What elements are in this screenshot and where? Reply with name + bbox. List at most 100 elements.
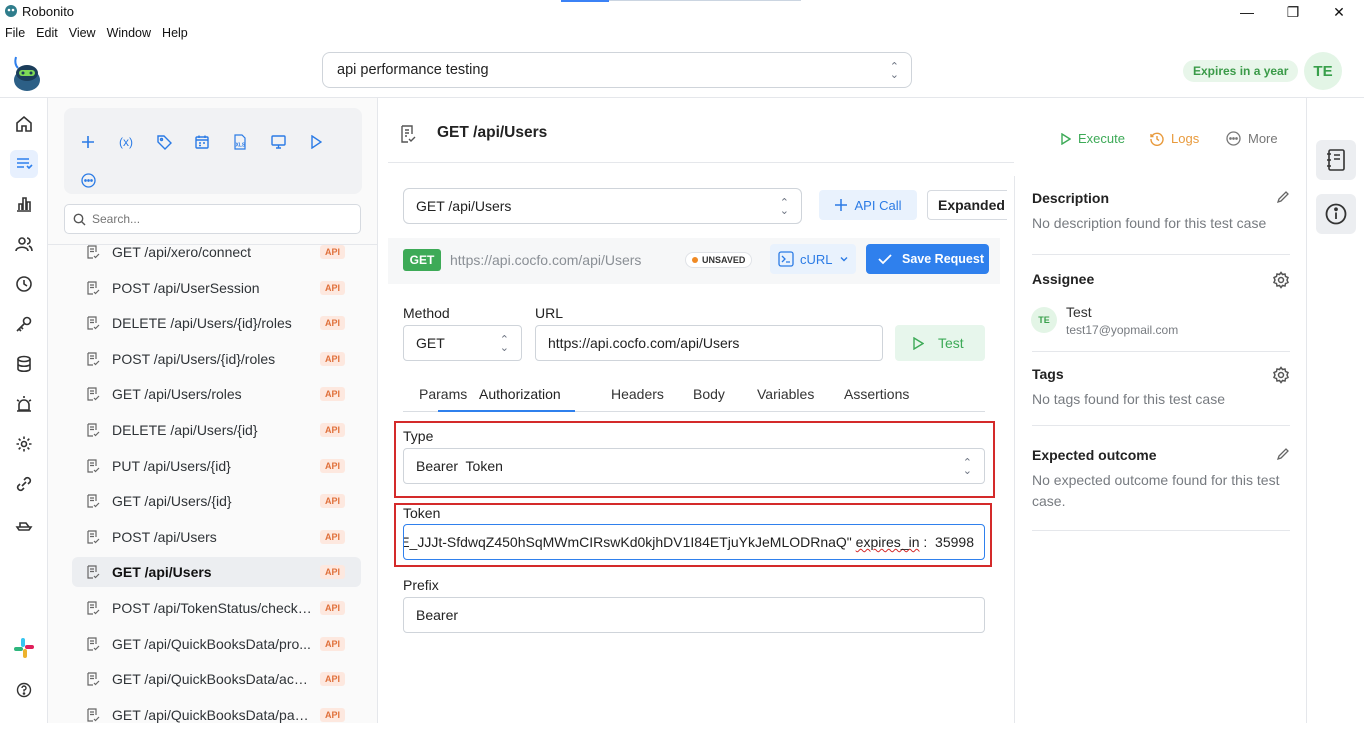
- request-tabs: Params Authorization Headers Body Variab…: [403, 380, 985, 412]
- variable-icon[interactable]: (x): [115, 131, 137, 153]
- method-label: Method: [403, 305, 450, 321]
- request-list-item[interactable]: GET /api/QuickBooksData/pro... API: [72, 629, 361, 659]
- logs-label: Logs: [1171, 131, 1200, 146]
- info-icon[interactable]: [1316, 194, 1356, 234]
- page-header: GET /api/Users: [378, 98, 1014, 162]
- prefix-input[interactable]: Bearer: [403, 597, 985, 633]
- request-list-item[interactable]: GET /api/QuickBooksData/acc... API: [72, 664, 361, 694]
- test-cases-icon[interactable]: [10, 150, 38, 178]
- request-list-item[interactable]: PUT /api/Users/{id} API: [72, 451, 361, 481]
- request-doc-icon: [87, 708, 100, 722]
- url-input[interactable]: https://api.cocfo.com/api/Users: [535, 325, 883, 361]
- app-title: Robonito: [22, 4, 75, 19]
- request-list-item[interactable]: DELETE /api/Users/{id} API: [72, 415, 361, 445]
- pencil-icon[interactable]: [1276, 190, 1290, 204]
- slack-icon[interactable]: [10, 634, 38, 662]
- auth-type-select[interactable]: Bearer Token ⌃ ⌄: [403, 448, 985, 484]
- ship-icon[interactable]: [10, 510, 38, 538]
- plan-expiry-badge: Expires in a year: [1183, 60, 1299, 82]
- api-call-button[interactable]: API Call: [819, 190, 917, 220]
- pencil-icon[interactable]: [1276, 447, 1290, 461]
- key-icon[interactable]: [10, 310, 38, 338]
- method-select[interactable]: GET ⌃ ⌄: [403, 325, 522, 361]
- request-list-item[interactable]: GET /api/xero/connect API: [72, 237, 361, 267]
- request-list-item[interactable]: DELETE /api/Users/{id}/roles API: [72, 308, 361, 338]
- prefix-value: Bearer: [416, 607, 459, 623]
- request-doc-icon: [87, 352, 100, 366]
- menu-view[interactable]: View: [64, 24, 102, 42]
- search-input[interactable]: [92, 212, 352, 226]
- request-list-item[interactable]: GET /api/Users/roles API: [72, 379, 361, 409]
- assignee-name: Test: [1066, 304, 1092, 320]
- integrations-icon[interactable]: [10, 470, 38, 498]
- project-select[interactable]: api performance testing ⌃ ⌄: [322, 52, 912, 88]
- token-input[interactable]: q1E_JJJt-SfdwqZ450hSqMWmCIRswKd0kjhDV1I8…: [403, 524, 985, 560]
- menu-file[interactable]: File: [0, 24, 31, 42]
- alert-icon[interactable]: [10, 390, 38, 418]
- tags-text: No tags found for this test case: [1032, 391, 1225, 407]
- request-doc-icon: [87, 423, 100, 437]
- add-icon[interactable]: [77, 131, 99, 153]
- tab-assertions[interactable]: Assertions: [844, 386, 909, 412]
- help-icon[interactable]: [10, 676, 38, 704]
- monitor-icon[interactable]: [267, 131, 289, 153]
- api-badge: API: [319, 423, 345, 437]
- close-button[interactable]: ✕: [1316, 0, 1362, 24]
- calendar-icon[interactable]: [191, 131, 213, 153]
- test-button[interactable]: Test: [895, 325, 985, 361]
- request-list-item[interactable]: GET /api/QuickBooksData/pay... API: [72, 700, 361, 730]
- settings-gear-icon[interactable]: [10, 430, 38, 458]
- excel-icon[interactable]: XLS: [229, 131, 251, 153]
- endpoint-select[interactable]: GET /api/Users ⌃ ⌄: [403, 188, 802, 224]
- request-label: GET /api/QuickBooksData/acc...: [112, 671, 312, 688]
- request-label: DELETE /api/Users/{id}/roles: [112, 315, 292, 332]
- menu-edit[interactable]: Edit: [31, 24, 64, 42]
- robonito-logo[interactable]: [10, 52, 44, 92]
- tab-body[interactable]: Body: [693, 386, 725, 412]
- request-list-item[interactable]: POST /api/Users/{id}/roles API: [72, 344, 361, 374]
- logs-button[interactable]: Logs: [1150, 131, 1199, 146]
- description-title: Description: [1032, 190, 1110, 206]
- curl-button[interactable]: cURL: [770, 244, 856, 274]
- request-doc-icon: [401, 125, 416, 143]
- home-icon[interactable]: [10, 110, 38, 138]
- maximize-button[interactable]: ❐: [1270, 0, 1316, 24]
- request-doc-icon: [87, 672, 100, 686]
- menu-window[interactable]: Window: [102, 24, 157, 42]
- minimize-button[interactable]: —: [1224, 0, 1270, 24]
- request-list-item[interactable]: GET /api/Users API: [72, 557, 361, 588]
- request-list-item[interactable]: POST /api/Users API: [72, 522, 361, 552]
- more-button[interactable]: More: [1226, 131, 1278, 146]
- tab-headers[interactable]: Headers: [611, 386, 664, 412]
- tab-authorization[interactable]: Authorization: [438, 386, 575, 412]
- play-icon[interactable]: [305, 131, 327, 153]
- notebook-icon[interactable]: [1316, 140, 1356, 180]
- request-doc-icon: [87, 280, 100, 295]
- search-box[interactable]: [64, 204, 361, 234]
- request-label: GET /api/Users/{id}: [112, 493, 232, 510]
- gear-icon[interactable]: [1272, 271, 1290, 289]
- tag-icon[interactable]: [153, 131, 175, 153]
- menu-help[interactable]: Help: [157, 24, 194, 42]
- expected-outcome-section: Expected outcome No expected outcome fou…: [1032, 447, 1290, 512]
- tab-variables[interactable]: Variables: [757, 386, 814, 412]
- gear-icon[interactable]: [1272, 366, 1290, 384]
- request-list-item[interactable]: POST /api/UserSession API: [72, 273, 361, 303]
- execute-button[interactable]: Execute: [1061, 131, 1125, 146]
- more-label: More: [1248, 131, 1278, 146]
- database-icon[interactable]: [10, 350, 38, 378]
- assignee-email: test17@yopmail.com: [1066, 323, 1179, 337]
- api-badge: API: [319, 601, 345, 615]
- request-list-item[interactable]: GET /api/Users/{id} API: [72, 486, 361, 516]
- history-icon[interactable]: [10, 270, 38, 298]
- user-avatar[interactable]: TE: [1304, 52, 1342, 90]
- reports-icon[interactable]: [10, 190, 38, 218]
- request-list-item[interactable]: POST /api/TokenStatus/check-... API: [72, 593, 361, 623]
- save-request-button[interactable]: Save Request: [866, 244, 989, 274]
- expanded-toggle[interactable]: Expanded: [927, 190, 1007, 220]
- more-icon[interactable]: [77, 169, 99, 191]
- request-doc-icon: [87, 387, 100, 401]
- plus-icon: [834, 199, 847, 211]
- prefix-label: Prefix: [403, 577, 439, 593]
- users-icon[interactable]: [10, 230, 38, 258]
